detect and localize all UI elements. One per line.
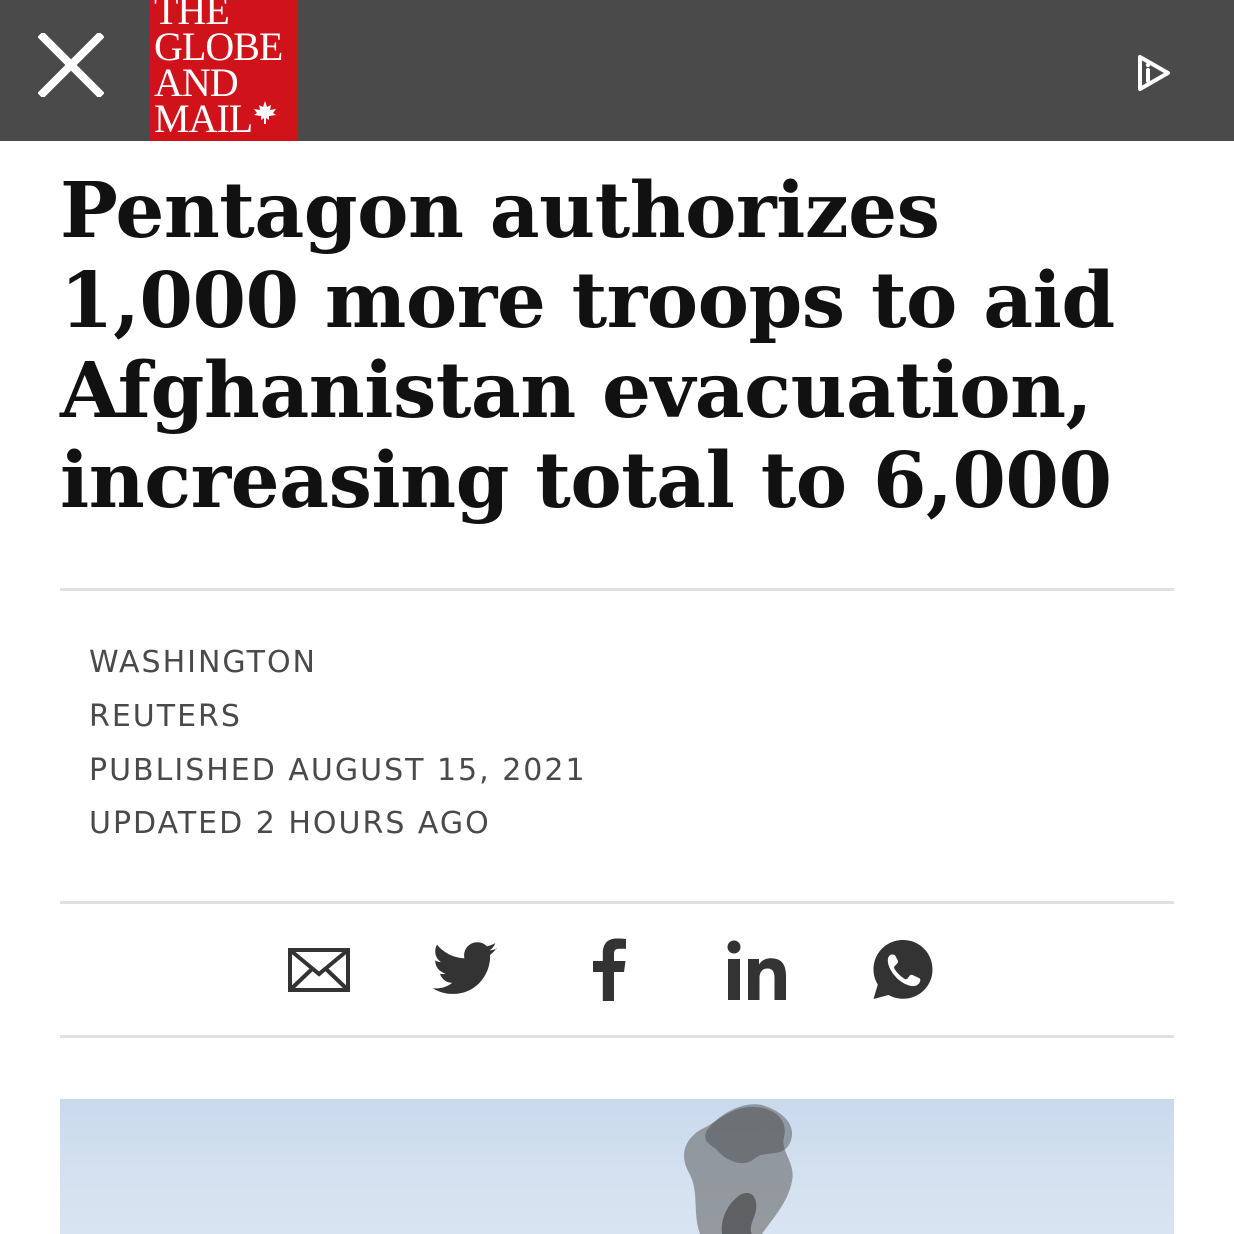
share-whatsapp-button[interactable] (868, 935, 938, 1005)
updated-time: UPDATED 2 HOURS AGO (89, 806, 491, 841)
article-headline: Pentagon authorizes 1,000 more troops to… (60, 166, 1115, 526)
source-label[interactable]: REUTERS (89, 699, 242, 735)
close-button[interactable] (37, 31, 105, 99)
published-date: PUBLISHED AUGUST 15, 2021 (89, 753, 587, 788)
share-linkedin-button[interactable] (722, 935, 792, 1005)
email-icon (288, 948, 350, 992)
dateline: WASHINGTON (89, 645, 317, 680)
share-email-button[interactable] (284, 935, 354, 1005)
twitter-icon (432, 942, 498, 994)
divider (60, 1035, 1174, 1038)
close-icon (37, 31, 105, 99)
logo-line-2: GLOBE (154, 24, 283, 69)
linkedin-icon (727, 940, 786, 1000)
share-facebook-button[interactable] (576, 935, 646, 1005)
divider (60, 588, 1174, 591)
article-hero-image[interactable] (60, 1099, 1174, 1234)
share-twitter-button[interactable] (430, 935, 500, 1005)
ar-play-button[interactable] (1130, 50, 1176, 96)
top-bar: THE GLOBE AND MAIL (0, 0, 1234, 141)
globe-and-mail-logo[interactable]: THE GLOBE AND MAIL (150, 0, 298, 141)
maple-leaf-icon (254, 101, 276, 124)
smoke-plume-image (684, 1104, 793, 1234)
ar-play-icon (1138, 55, 1170, 91)
logo-line-4: MAIL (154, 96, 253, 141)
logo-line-3: AND (154, 60, 239, 105)
divider (60, 901, 1174, 904)
whatsapp-icon (873, 940, 933, 999)
facebook-icon (593, 938, 626, 1001)
